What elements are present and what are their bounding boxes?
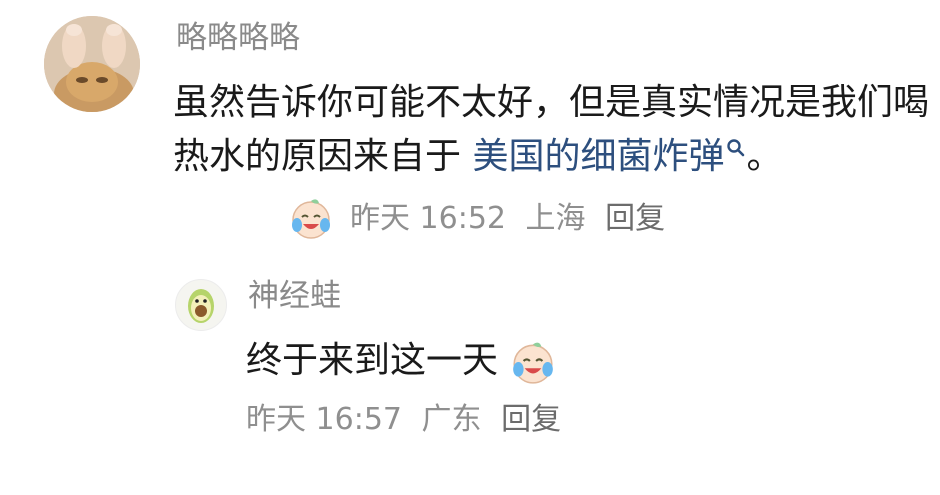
timestamp: 昨天 16:52 bbox=[350, 201, 506, 236]
location: 广东 bbox=[421, 402, 482, 437]
reply-button[interactable]: 回复 bbox=[605, 201, 665, 236]
comment-text: 虽然告诉你可能不太好，但是真实情况是我们喝热水的原因来自于 美国的细菌炸弹。 bbox=[173, 76, 933, 184]
avatar[interactable] bbox=[44, 16, 140, 112]
avatar[interactable] bbox=[175, 279, 227, 331]
comment-text: 终于来到这一天 bbox=[246, 334, 926, 388]
avocado-avatar-icon bbox=[188, 289, 214, 323]
location: 上海 bbox=[525, 201, 586, 236]
search-link[interactable]: 美国的细菌炸弹 bbox=[472, 136, 724, 177]
comment-meta: 昨天 16:52 上海 回复 bbox=[292, 199, 675, 239]
crying-laughing-emoji-icon bbox=[292, 199, 330, 239]
username[interactable]: 略略略略 bbox=[176, 18, 300, 58]
comment-meta: 昨天 16:57 广东 回复 bbox=[246, 400, 571, 440]
comment-text-part: 终于来到这一天 bbox=[246, 340, 499, 381]
search-icon[interactable] bbox=[726, 138, 746, 158]
username[interactable]: 神经蛙 bbox=[248, 276, 341, 316]
cat-avatar-icon bbox=[44, 16, 140, 112]
reply-button[interactable]: 回复 bbox=[501, 402, 561, 437]
comment-text-part: 。 bbox=[746, 136, 783, 177]
timestamp: 昨天 16:57 bbox=[246, 402, 402, 437]
crying-laughing-emoji-icon bbox=[513, 342, 554, 384]
